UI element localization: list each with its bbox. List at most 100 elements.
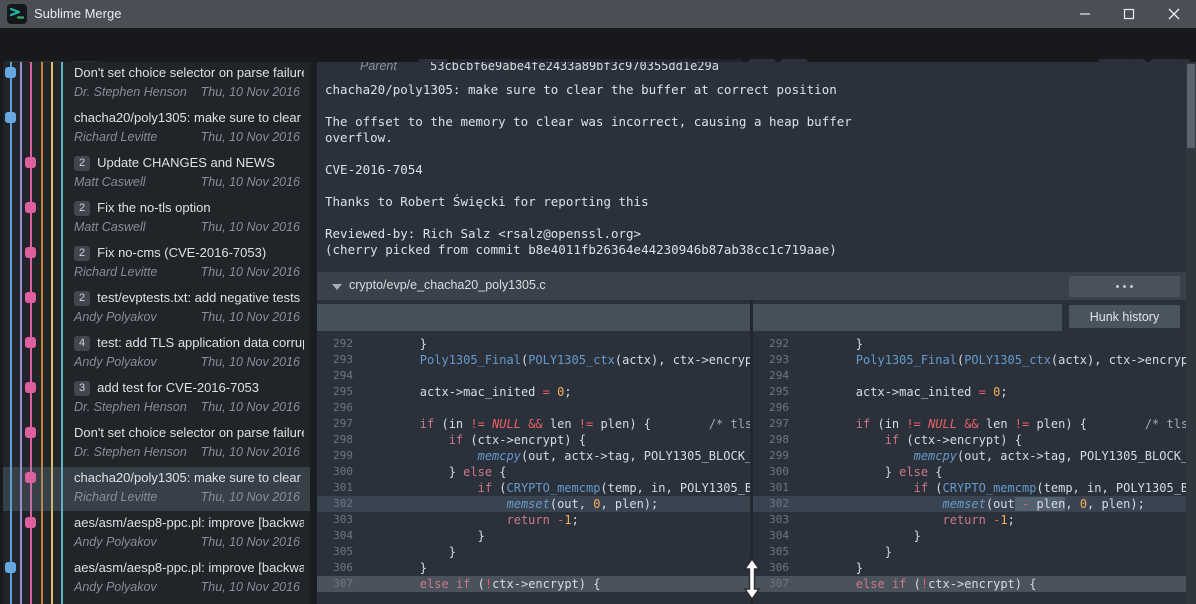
commit-author: Andy Polyakov	[74, 353, 157, 371]
diff-row: 302 memset(out, 0, plen);	[317, 496, 750, 512]
commit-message-label: Don't set choice selector on parse failu…	[74, 423, 304, 443]
line-number[interactable]: 296	[317, 400, 353, 416]
line-number[interactable]: 305	[317, 544, 353, 560]
commit-row[interactable]: 4test: add TLS application data corrupti…	[0, 332, 310, 376]
hunk-history-button[interactable]: Hunk history	[1069, 305, 1180, 328]
app-logo-icon	[7, 4, 27, 24]
commit-row[interactable]: chacha20/poly1305: make sure to clear th…	[0, 467, 310, 511]
diff-row: 300 } else {	[753, 464, 1186, 480]
diff-row: 301 if (CRYPTO_memcmp(temp, in, POLY1305…	[317, 480, 750, 496]
line-number[interactable]: 299	[317, 448, 353, 464]
commit-message-label: 2Update CHANGES and NEWS	[74, 153, 304, 173]
line-number[interactable]: 297	[317, 416, 353, 432]
line-number[interactable]: 306	[317, 560, 353, 576]
commit-row[interactable]: aes/asm/aesp8-ppc.pl: improve [backward]…	[0, 557, 310, 601]
window-edge	[0, 62, 3, 604]
commit-count-badge: 2	[74, 291, 90, 306]
sidebar-divider[interactable]	[310, 62, 317, 604]
scrollbar-thumb[interactable]	[1187, 64, 1195, 148]
commit-row[interactable]: 2Fix the no-tls optionMatt CaswellThu, 1…	[0, 197, 310, 241]
commit-meta: Richard LevitteThu, 10 Nov 2016	[74, 128, 300, 146]
commit-dot-icon	[25, 472, 36, 483]
code-line: actx->mac_inited = 0;	[353, 384, 750, 400]
line-number[interactable]: 301	[317, 480, 353, 496]
commit-message-line: overflow.	[325, 130, 1179, 146]
commit-row[interactable]: 2Update CHANGES and NEWSMatt CaswellThu,…	[0, 152, 310, 196]
diff-row: 299 memcpy(out, actx->tag, POLY1305_BLOC…	[317, 448, 750, 464]
commit-row[interactable]: 2Fix no-cms (CVE-2016-7053)Richard Levit…	[0, 242, 310, 286]
collapse-triangle-icon[interactable]	[332, 284, 342, 290]
code-line: }	[353, 560, 750, 576]
code-line: Poly1305_Final(POLY1305_ctx(actx), ctx->…	[353, 352, 750, 368]
file-more-button[interactable]	[1069, 276, 1180, 297]
commit-author: Dr. Stephen Henson	[74, 443, 187, 461]
line-number[interactable]: 302	[753, 496, 789, 512]
window-title: Sublime Merge	[34, 6, 121, 21]
line-number[interactable]: 304	[753, 528, 789, 544]
line-number[interactable]: 303	[317, 512, 353, 528]
code-line: }	[789, 336, 1186, 352]
commit-author: Richard Levitte	[74, 128, 157, 146]
line-number[interactable]: 292	[753, 336, 789, 352]
diff-row: 302 memset(out - plen, 0, plen);	[753, 496, 1186, 512]
hunk-header-strip	[317, 304, 1062, 331]
code-line	[789, 400, 1186, 416]
parent-commit-row: Parent 53cbcbf6e9abe4fe2433a89bf3c970355…	[317, 62, 1186, 75]
diff-row: 292 }	[317, 336, 750, 352]
line-number[interactable]: 293	[753, 352, 789, 368]
commit-count-badge: 2	[74, 201, 90, 216]
line-number[interactable]: 293	[317, 352, 353, 368]
code-line	[353, 400, 750, 416]
line-number[interactable]: 304	[317, 528, 353, 544]
minimize-button[interactable]	[1063, 0, 1107, 28]
commit-row[interactable]: 2test/evptests.txt: add negative tests f…	[0, 287, 310, 331]
commit-message-label: chacha20/poly1305: make sure to clear th…	[74, 468, 304, 488]
close-button[interactable]	[1152, 0, 1196, 28]
maximize-button[interactable]	[1107, 0, 1151, 28]
code-line: return -1;	[353, 512, 750, 528]
line-number[interactable]: 292	[317, 336, 353, 352]
commit-author: Matt Caswell	[74, 218, 146, 236]
commit-subject: Fix no-cms (CVE-2016-7053)	[97, 243, 266, 263]
line-number[interactable]: 300	[753, 464, 789, 480]
commit-subject: test: add TLS application data corruptio	[97, 333, 304, 353]
commit-row[interactable]: 3add test for CVE-2016-7053Dr. Stephen H…	[0, 377, 310, 421]
line-number[interactable]: 296	[753, 400, 789, 416]
code-line: }	[789, 528, 1186, 544]
line-number[interactable]: 295	[317, 384, 353, 400]
commit-dot-icon	[25, 247, 36, 258]
commit-message-line: Thanks to Robert Święcki for reporting t…	[325, 194, 1179, 210]
line-number[interactable]: 294	[317, 368, 353, 384]
commit-row[interactable]: Don't set choice selector on parse failu…	[0, 422, 310, 466]
maximize-icon	[1123, 8, 1135, 20]
commit-row[interactable]: aes/asm/aesp8-ppc.pl: improve [backward]…	[0, 512, 310, 556]
diff-row: 307 else if (!ctx->encrypt) {	[753, 576, 1186, 592]
line-number[interactable]: 303	[753, 512, 789, 528]
commit-subject: chacha20/poly1305: make sure to clear th…	[74, 468, 304, 488]
commit-row[interactable]: chacha20/poly1305: make sure to clear th…	[0, 107, 310, 151]
commit-subject: chacha20/poly1305: make sure to clear th…	[74, 108, 304, 128]
code-line: else if (!ctx->encrypt) {	[353, 576, 750, 592]
line-number[interactable]: 299	[753, 448, 789, 464]
line-number[interactable]: 295	[753, 384, 789, 400]
commit-date: Thu, 10 Nov 2016	[201, 263, 300, 281]
line-number[interactable]: 294	[753, 368, 789, 384]
file-diff-header[interactable]: crypto/evp/e_chacha20_poly1305.c	[317, 272, 1186, 300]
commit-author: Richard Levitte	[74, 488, 157, 506]
parent-commit-hash[interactable]: 53cbcbf6e9abe4fe2433a89bf3c970355dd1e29a	[430, 62, 719, 73]
commit-message-line: The offset to the memory to clear was in…	[325, 114, 1179, 130]
line-number[interactable]: 302	[317, 496, 353, 512]
diff-pane-new: 292 }293 Poly1305_Final(POLY1305_ctx(act…	[753, 336, 1186, 604]
commit-row[interactable]: Don't set choice selector on parse failu…	[0, 62, 310, 106]
line-number[interactable]: 301	[753, 480, 789, 496]
line-number[interactable]: 298	[753, 432, 789, 448]
line-number[interactable]: 300	[317, 464, 353, 480]
line-number[interactable]: 297	[753, 416, 789, 432]
line-number[interactable]: 307	[317, 576, 353, 592]
commit-author: Andy Polyakov	[74, 578, 157, 596]
commit-author: Matt Caswell	[74, 173, 146, 191]
line-number[interactable]: 298	[317, 432, 353, 448]
code-line: if (ctx->encrypt) {	[353, 432, 750, 448]
commit-dot-icon	[25, 292, 36, 303]
commit-subject: aes/asm/aesp8-ppc.pl: improve [backward]	[74, 558, 304, 578]
